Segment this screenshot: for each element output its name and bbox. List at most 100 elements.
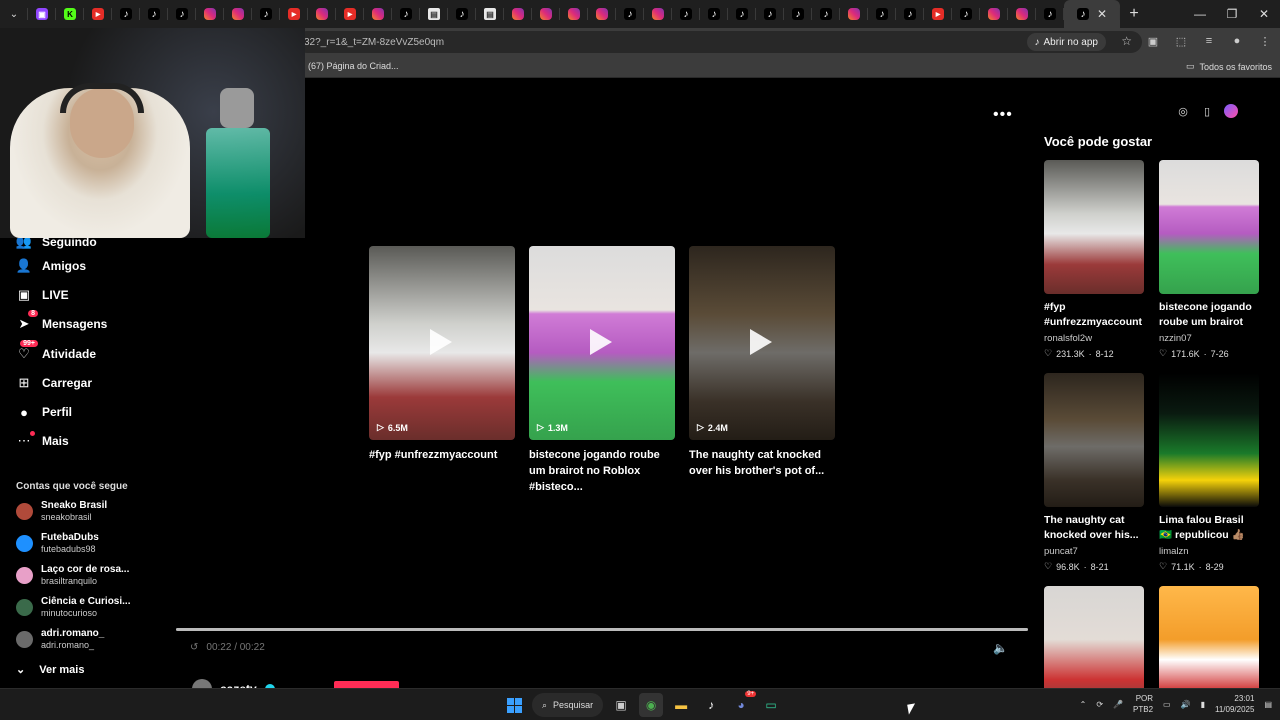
recommendation-thumbnail[interactable] — [1044, 586, 1144, 688]
browser-tab[interactable]: ♪ — [448, 0, 476, 28]
translate-icon[interactable]: ▣ — [1146, 34, 1160, 48]
browser-tab[interactable]: ♪ — [952, 0, 980, 28]
compass-icon[interactable]: ◎ — [1176, 104, 1190, 118]
browser-tab[interactable]: ▶ — [84, 0, 112, 28]
recommendation-card[interactable] — [1159, 586, 1259, 688]
close-window-button[interactable]: ✕ — [1248, 0, 1280, 28]
browser-tab[interactable]: ♪ — [896, 0, 924, 28]
speaker-icon[interactable]: 🔊 — [1181, 700, 1191, 709]
progress-bar[interactable] — [176, 628, 1028, 631]
video-caption[interactable]: bistecone jogando roube um brairot no Ro… — [529, 447, 675, 495]
microphone-icon[interactable]: 🎤 — [1113, 700, 1123, 709]
sidebar-item-live[interactable]: ▣ LIVE — [16, 285, 69, 305]
chrome-app[interactable]: ◉ — [639, 693, 664, 717]
address-bar[interactable]: 32?_r=1&_t=ZM-8zeVvZ5e0qm ♪ Abrir no app… — [296, 31, 1142, 53]
battery-icon[interactable]: ▮ — [1201, 700, 1205, 709]
recommendation-author[interactable]: puncat7 — [1044, 546, 1144, 557]
browser-tab[interactable] — [196, 0, 224, 28]
browser-tab[interactable]: ▤ — [476, 0, 504, 28]
recommendation-thumbnail[interactable] — [1044, 373, 1144, 507]
sidebar-item-amigos[interactable]: 👤 Amigos — [16, 256, 86, 276]
browser-tab[interactable]: ▶ — [336, 0, 364, 28]
browser-tab[interactable]: ♪ — [868, 0, 896, 28]
browser-tab[interactable] — [588, 0, 616, 28]
minimize-button[interactable]: — — [1184, 0, 1216, 28]
discord-app[interactable]: ◕ 9+ — [729, 691, 757, 717]
phone-icon[interactable]: ▯ — [1200, 104, 1214, 118]
video-thumbnail[interactable]: ▷ 2.4M — [689, 246, 835, 440]
notifications-icon[interactable]: ▤ — [1264, 700, 1272, 709]
tab-active[interactable]: ♪ ✕ — [1064, 0, 1120, 28]
extensions-icon[interactable]: ⬚ — [1174, 34, 1188, 48]
sidebar-item-mais[interactable]: ⋯ Mais — [16, 431, 69, 451]
video-card[interactable]: ▷ 1.3M bistecone jogando roube um brairot … — [529, 246, 675, 495]
browser-tab[interactable]: ♪ — [784, 0, 812, 28]
browser-tab[interactable] — [532, 0, 560, 28]
volume-icon[interactable]: 🔈 — [993, 641, 1008, 655]
chevron-up-icon[interactable]: ⌃ — [1080, 700, 1087, 709]
sidebar-item-carregar[interactable]: ⊞ Carregar — [16, 373, 92, 393]
language-indicator[interactable]: POR PTB2 — [1133, 693, 1153, 715]
terminal-app[interactable]: ▭ — [759, 693, 783, 717]
following-item[interactable]: Ciência e Curiosi... minutocurioso — [16, 596, 130, 619]
browser-tab[interactable]: ♪ — [168, 0, 196, 28]
recommendation-caption[interactable]: Lima falou Brasil 🇧🇷 republicou 👍🏽 pt3..… — [1159, 513, 1259, 543]
browser-tab[interactable]: ♪ — [392, 0, 420, 28]
network-icon[interactable]: ▭ — [1163, 700, 1171, 709]
browser-tab[interactable]: ♪ — [616, 0, 644, 28]
video-card[interactable]: ▷ 2.4M The naughty cat knocked over his br… — [689, 246, 835, 479]
play-icon[interactable] — [430, 329, 452, 355]
browser-tab[interactable] — [308, 0, 336, 28]
recommendation-caption[interactable]: bistecone jogando roube um brairot n... — [1159, 300, 1259, 330]
new-tab-button[interactable]: + — [1120, 0, 1148, 28]
bookmark-star-icon[interactable]: ☆ — [1121, 34, 1132, 48]
taskbar-search[interactable]: ⌕ Pesquisar — [532, 693, 604, 717]
browser-tab[interactable]: ♪ — [700, 0, 728, 28]
browser-tab[interactable]: ♪ — [1036, 0, 1064, 28]
recommendation-card[interactable]: bistecone jogando roube um brairot n... n… — [1159, 160, 1259, 359]
recommendation-thumbnail[interactable] — [1159, 586, 1259, 688]
browser-tab[interactable] — [1008, 0, 1036, 28]
close-tab-icon[interactable]: ✕ — [1097, 7, 1107, 21]
recommendation-author[interactable]: limalzn — [1159, 546, 1259, 557]
recommendation-author[interactable]: ronalsfol2w — [1044, 333, 1144, 344]
browser-tab[interactable]: ♪ — [672, 0, 700, 28]
following-item[interactable]: Sneako Brasil sneakobrasil — [16, 500, 107, 523]
start-button[interactable] — [502, 693, 526, 717]
all-bookmarks-button[interactable]: ▭ Todos os favoritos — [1186, 61, 1272, 72]
browser-tab[interactable] — [980, 0, 1008, 28]
menu-icon[interactable]: ⋮ — [1258, 34, 1272, 48]
profile-icon[interactable]: ● — [1230, 34, 1244, 48]
file-explorer-app[interactable]: ▬ — [669, 693, 693, 717]
sync-icon[interactable]: ⟳ — [1096, 700, 1103, 709]
recommendation-caption[interactable]: The naughty cat knocked over his... — [1044, 513, 1144, 543]
recommendation-thumbnail[interactable] — [1044, 160, 1144, 294]
browser-tab[interactable]: ♪ — [252, 0, 280, 28]
browser-tab[interactable]: ♪ — [728, 0, 756, 28]
sidebar-item-perfil[interactable]: ● Perfil — [16, 402, 72, 422]
video-thumbnail[interactable]: ▷ 6.5M — [369, 246, 515, 440]
sidebar-item-mensagens[interactable]: ➤ 8 Mensagens — [16, 310, 107, 334]
following-item[interactable]: FutebaDubs futebadubs98 — [16, 532, 99, 555]
browser-tab[interactable]: ♪ — [756, 0, 784, 28]
tab-search-button[interactable]: ⌄ — [0, 0, 28, 28]
browser-tab[interactable] — [644, 0, 672, 28]
clock[interactable]: 23:01 11/09/2025 — [1215, 693, 1254, 715]
browser-tab[interactable] — [224, 0, 252, 28]
browser-tab[interactable] — [504, 0, 532, 28]
browser-tab[interactable] — [840, 0, 868, 28]
video-caption[interactable]: The naughty cat knocked over his brother… — [689, 447, 835, 479]
bookmark-item[interactable]: (67) Página do Criad... — [308, 61, 399, 71]
play-icon[interactable] — [590, 329, 612, 355]
recommendation-card[interactable]: The naughty cat knocked over his... punca… — [1044, 373, 1144, 572]
video-thumbnail[interactable]: ▷ 1.3M — [529, 246, 675, 440]
browser-tab[interactable]: ▣ — [28, 0, 56, 28]
video-card[interactable]: ▷ 6.5M #fyp #unfrezzmyaccount — [369, 246, 515, 463]
browser-tab[interactable] — [364, 0, 392, 28]
video-caption[interactable]: #fyp #unfrezzmyaccount — [369, 447, 515, 463]
browser-tab[interactable]: ▶ — [924, 0, 952, 28]
following-item[interactable]: Laço cor de rosa... brasiltranquilo — [16, 564, 129, 587]
open-in-app-button[interactable]: ♪ Abrir no app — [1026, 33, 1106, 51]
user-avatar[interactable] — [1224, 104, 1238, 118]
play-icon[interactable] — [750, 329, 772, 355]
